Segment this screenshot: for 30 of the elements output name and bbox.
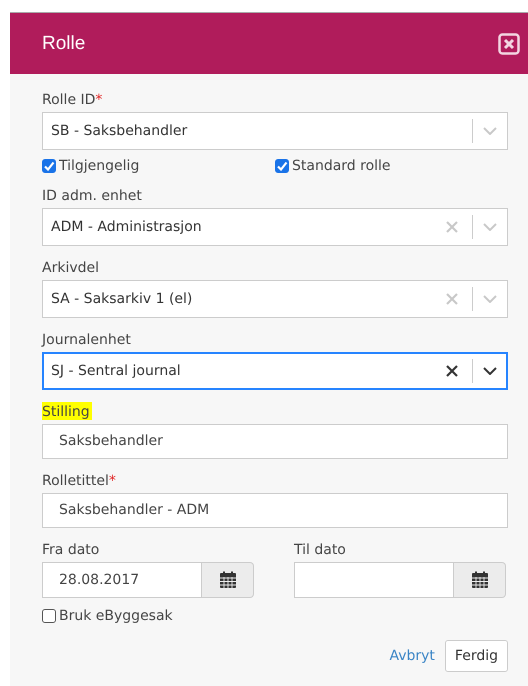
field-label: Fra dato — [42, 542, 100, 558]
field-label: Stilling — [42, 402, 92, 420]
field-label: Journalenhet — [42, 332, 132, 348]
checkbox-label: Standard rolle — [292, 158, 391, 174]
select-field[interactable]: SJ - Sentral journal — [42, 352, 508, 390]
input-field[interactable]: Saksbehandler — [42, 424, 508, 459]
caret-icon[interactable] — [483, 367, 497, 375]
cancel-link[interactable]: Avbryt — [389, 648, 435, 664]
clear-icon[interactable] — [446, 365, 458, 377]
checkbox[interactable] — [42, 609, 56, 623]
calendar-button[interactable] — [202, 562, 254, 598]
checkbox[interactable] — [42, 159, 56, 173]
calendar-icon — [218, 571, 236, 589]
checkbox-label: Tilgjengelig — [59, 158, 140, 174]
calendar-icon — [470, 571, 488, 589]
checkbox-label: Bruk eByggesak — [59, 608, 173, 624]
close-icon[interactable] — [498, 32, 520, 54]
select-field[interactable]: SB - Saksbehandler — [42, 112, 508, 150]
done-button[interactable]: Ferdig — [444, 640, 508, 672]
calendar-button[interactable] — [454, 562, 506, 598]
field-label: Rolle ID* — [42, 92, 104, 108]
field-label: Til dato — [294, 542, 347, 558]
field-label: ID adm. enhet — [42, 188, 143, 204]
field-label: Rolletittel* — [42, 473, 116, 489]
date-field[interactable]: 28.08.2017 — [42, 562, 202, 598]
input-field[interactable]: Saksbehandler - ADM — [42, 493, 508, 528]
dialog-title: Rolle — [42, 32, 86, 54]
checkbox[interactable] — [275, 159, 289, 173]
date-field[interactable] — [294, 562, 454, 598]
field-label: Arkivdel — [42, 260, 100, 276]
